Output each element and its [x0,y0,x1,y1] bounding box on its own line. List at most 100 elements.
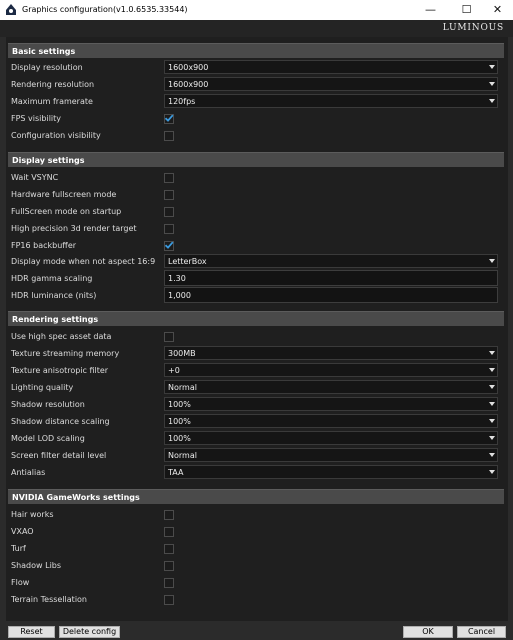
delete-config-button[interactable]: Delete config [59,626,120,638]
flow-label: Flow [11,578,30,587]
lighting-quality-select[interactable]: Normal [164,380,498,394]
screen-filter-label: Screen filter detail level [11,451,107,460]
chevron-down-icon[interactable] [487,95,497,107]
screen-filter-select[interactable]: Normal [164,448,498,462]
shadow-resolution-select[interactable]: 100% [164,397,498,411]
flow-checkbox[interactable] [164,578,174,588]
chevron-down-icon[interactable] [487,432,497,444]
fp16-backbuffer-label: FP16 backbuffer [11,241,77,250]
shadow-distance-label: Shadow distance scaling [11,417,110,426]
texture-streaming-select[interactable]: 300MB [164,346,498,360]
rendering-resolution-value: 1600x900 [168,80,209,89]
fullscreen-startup-label: FullScreen mode on startup [11,207,122,216]
rendering-resolution-label: Rendering resolution [11,80,95,89]
brand-logo: LUMINOUS [442,23,504,33]
shadow-libs-label: Shadow Libs [11,561,62,570]
chevron-down-icon[interactable] [487,398,497,410]
fullscreen-startup-checkbox[interactable] [164,207,174,217]
lighting-quality-value: Normal [168,383,197,392]
minimize-icon: — [425,3,436,16]
fps-visibility-label: FPS visibility [11,114,62,123]
hair-works-label: Hair works [11,510,54,519]
hdr-gamma-label: HDR gamma scaling [11,274,93,283]
checkmark-icon [164,114,174,122]
antialias-value: TAA [168,468,184,477]
shadow-distance-select[interactable]: 100% [164,414,498,428]
hdr-luminance-label: HDR luminance (nits) [11,291,97,300]
fps-visibility-checkbox[interactable] [164,114,174,124]
high-precision-target-checkbox[interactable] [164,224,174,234]
model-lod-value: 100% [168,434,191,443]
chevron-down-icon[interactable] [487,466,497,478]
hdr-luminance-value: 1,000 [168,291,191,300]
high-spec-assets-checkbox[interactable] [164,332,174,342]
display-mode-aspect-select[interactable]: LetterBox [164,254,498,268]
shadow-libs-checkbox[interactable] [164,561,174,571]
chevron-down-icon[interactable] [487,364,497,376]
maximum-framerate-select[interactable]: 120fps [164,94,498,108]
chevron-down-icon[interactable] [487,255,497,267]
high-precision-target-label: High precision 3d render target [11,224,137,233]
maximum-framerate-value: 120fps [168,97,196,106]
section-header-display: Display settings [8,152,504,167]
chevron-down-icon[interactable] [487,347,497,359]
footer-bar: Reset Delete config OK Cancel [0,621,513,640]
texture-aniso-select[interactable]: +0 [164,363,498,377]
wait-vsync-checkbox[interactable] [164,173,174,183]
high-spec-assets-label: Use high spec asset data [11,332,112,341]
antialias-select[interactable]: TAA [164,465,498,479]
screen-filter-value: Normal [168,451,197,460]
close-button[interactable]: ✕ [481,0,513,20]
display-resolution-label: Display resolution [11,63,83,72]
window-title: Graphics configuration(v1.0.6535.33544) [22,5,188,14]
vxao-checkbox[interactable] [164,527,174,537]
reset-button[interactable]: Reset [8,626,55,638]
texture-streaming-label: Texture streaming memory [11,349,120,358]
hardware-fullscreen-checkbox[interactable] [164,190,174,200]
antialias-label: Antialias [11,468,46,477]
ok-button[interactable]: OK [403,626,453,638]
configuration-visibility-checkbox[interactable] [164,131,174,141]
maximize-button[interactable]: ☐ [450,0,483,20]
hardware-fullscreen-label: Hardware fullscreen mode [11,190,117,199]
section-header-basic: Basic settings [8,43,504,58]
display-mode-aspect-label: Display mode when not aspect 16:9 [11,257,156,266]
hdr-luminance-input[interactable]: 1,000 [164,287,498,303]
cancel-button[interactable]: Cancel [457,626,506,638]
hdr-gamma-value: 1.30 [168,274,186,283]
chevron-down-icon[interactable] [487,449,497,461]
turf-label: Turf [11,544,26,553]
minimize-button[interactable]: — [414,0,447,20]
lighting-quality-label: Lighting quality [11,383,74,392]
shadow-resolution-label: Shadow resolution [11,400,85,409]
terrain-tessellation-label: Terrain Tessellation [11,595,88,604]
section-header-rendering: Rendering settings [8,311,504,326]
display-resolution-select[interactable]: 1600x900 [164,60,498,74]
settings-panel[interactable]: Basic settings Display resolution 1600x9… [6,37,508,621]
hdr-gamma-input[interactable]: 1.30 [164,270,498,286]
rendering-resolution-select[interactable]: 1600x900 [164,77,498,91]
chevron-down-icon[interactable] [487,381,497,393]
shadow-distance-value: 100% [168,417,191,426]
shadow-resolution-value: 100% [168,400,191,409]
chevron-down-icon[interactable] [487,61,497,73]
terrain-tessellation-checkbox[interactable] [164,595,174,605]
display-resolution-value: 1600x900 [168,63,209,72]
app-icon [6,4,16,15]
turf-checkbox[interactable] [164,544,174,554]
chevron-down-icon[interactable] [487,415,497,427]
maximize-icon: ☐ [461,3,472,16]
model-lod-label: Model LOD scaling [11,434,85,443]
close-icon: ✕ [492,3,503,16]
vxao-label: VXAO [11,527,34,536]
wait-vsync-label: Wait VSYNC [11,173,59,182]
display-mode-aspect-value: LetterBox [168,257,207,266]
hair-works-checkbox[interactable] [164,510,174,520]
chevron-down-icon[interactable] [487,78,497,90]
model-lod-select[interactable]: 100% [164,431,498,445]
checkmark-icon [164,241,174,249]
fp16-backbuffer-checkbox[interactable] [164,241,174,251]
texture-aniso-label: Texture anisotropic filter [11,366,109,375]
section-header-gameworks: NVIDIA GameWorks settings [8,489,504,504]
configuration-visibility-label: Configuration visibility [11,131,101,140]
